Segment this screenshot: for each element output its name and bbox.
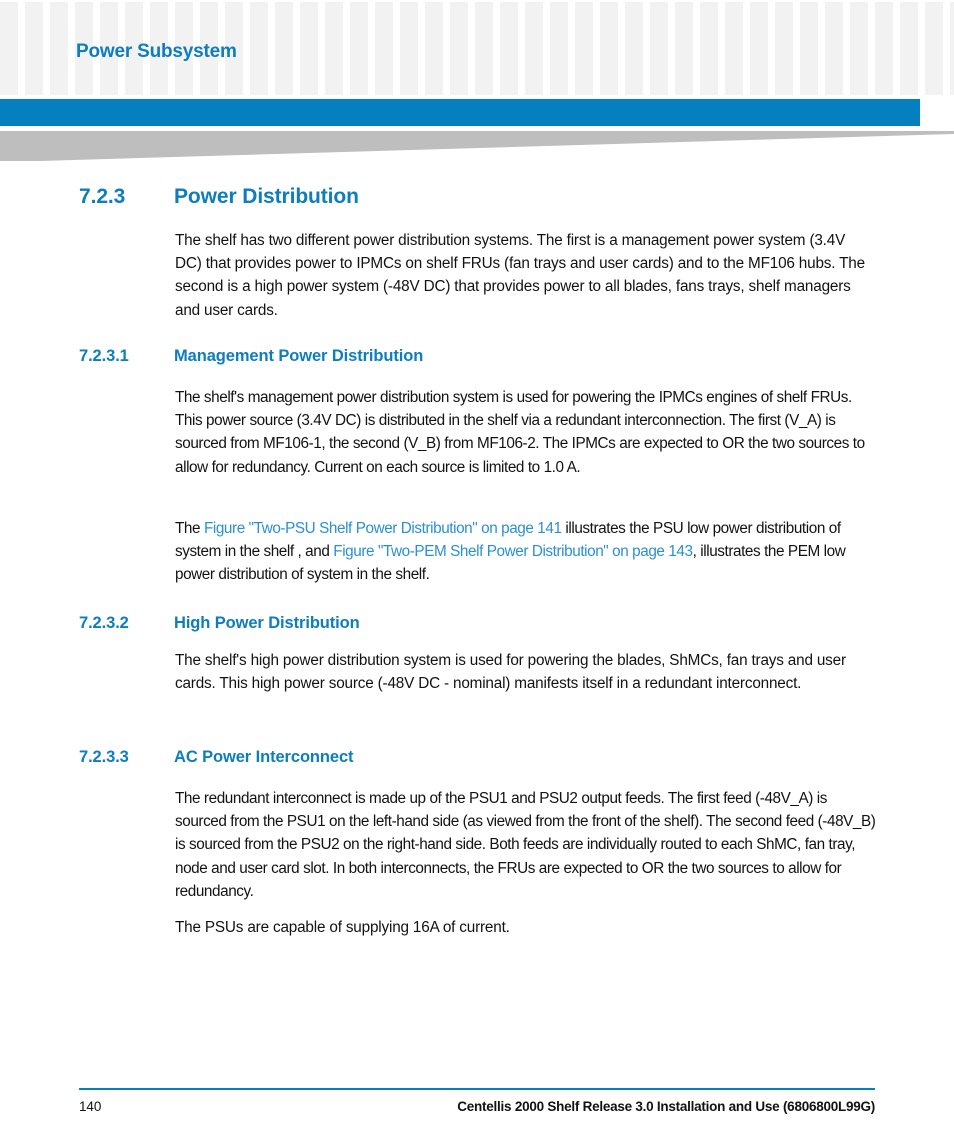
link-figure-two-pem-shelf-power-distribution[interactable]: Figure "Two-PEM Shelf Power Distribution… <box>333 543 693 560</box>
heading-7-2-3-title: Power Distribution <box>174 185 359 208</box>
heading-7-2-3-2-number: 7.2.3.2 <box>79 614 129 632</box>
heading-7-2-3-1-title: Management Power Distribution <box>174 347 424 365</box>
heading-7-2-3-1: 7.2.3.1 Management Power Distribution <box>79 347 879 366</box>
link-figure-two-psu-shelf-power-distribution[interactable]: Figure "Two-PSU Shelf Power Distribution… <box>204 520 562 537</box>
heading-7-2-3-3: 7.2.3.3 AC Power Interconnect <box>79 748 879 767</box>
chapter-title: Power Subsystem <box>76 41 237 62</box>
heading-7-2-3-3-number: 7.2.3.3 <box>79 748 129 766</box>
paragraph-7-2-3-2-body: The shelf's high power distribution syst… <box>175 652 846 693</box>
heading-7-2-3-number: 7.2.3 <box>79 185 126 208</box>
heading-7-2-3-2: 7.2.3.2 High Power Distribution <box>79 614 879 633</box>
paragraph-7-2-3-body: The shelf has two different power distri… <box>175 232 865 319</box>
paragraph-7-2-3-3-body2: The PSUs are capable of supplying 16A of… <box>175 919 510 936</box>
xref-lead-text: The <box>175 520 204 537</box>
footer-document-title: Centellis 2000 Shelf Release 3.0 Install… <box>457 1099 875 1114</box>
header-gray-swoosh <box>0 131 954 163</box>
heading-7-2-3: 7.2.3 Power Distribution <box>79 185 879 209</box>
footer-divider <box>79 1088 875 1090</box>
heading-7-2-3-3-title: AC Power Interconnect <box>174 748 354 766</box>
paragraph-7-2-3-1-xref: The Figure "Two-PSU Shelf Power Distribu… <box>175 517 877 587</box>
heading-7-2-3-2-title: High Power Distribution <box>174 614 360 632</box>
header-blue-bar <box>0 99 920 126</box>
paragraph-7-2-3-3-body: The redundant interconnect is made up of… <box>175 790 876 900</box>
paragraph-7-2-3-1-body: The shelf's management power distributio… <box>175 389 865 476</box>
heading-7-2-3-1-number: 7.2.3.1 <box>79 347 129 365</box>
